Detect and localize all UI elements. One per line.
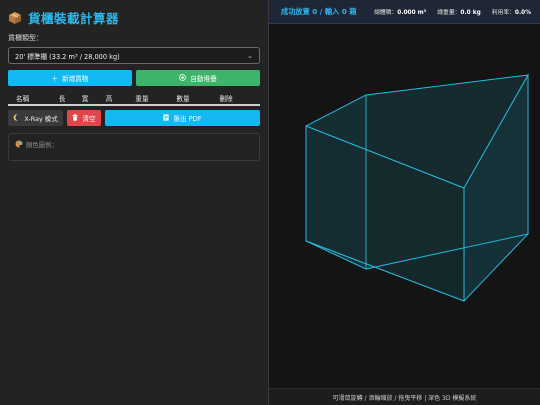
add-cargo-button[interactable]: ＋ 新增貨物 [8,70,132,86]
utilization-value: 0.0% [514,10,531,16]
container-type-value: 20' 標準櫃 (33.2 m³ / 28,000 kg) [15,52,120,61]
add-cargo-label: 新增貨物 [62,75,89,83]
clear-button[interactable]: 清空 [67,110,101,126]
action-row: ＋ 新增貨物 自動堆疊 [8,70,260,86]
utilization: 利用率：0.0% [492,7,531,16]
column-header-weight: 重量 [135,94,149,103]
cargo-table-header: 名稱 長 寬 高 重量 數量 刪除 [8,91,260,106]
palette-icon [15,140,23,150]
placement-status: 成功放置 0 / 輸入 0 箱 [281,6,357,16]
trash-icon [72,113,78,123]
color-legend: 顏色圖例： [8,133,260,161]
column-header-height: 高 [105,94,113,103]
clear-label: 清空 [82,115,96,123]
total-volume-label: 總體積： [374,10,398,16]
utilization-label: 利用率： [491,10,515,16]
app-title: 貨櫃裝載計算器 [28,10,120,26]
total-weight-label: 總重量： [437,10,461,16]
color-legend-label: 顏色圖例： [26,141,58,149]
column-header-delete: 刪除 [219,94,233,103]
app-header: 貨櫃裝載計算器 [8,8,260,26]
column-header-width: 寬 [81,94,89,103]
total-volume-value: 0.000 m³ [397,10,427,16]
container-type-label: 貨櫃類型： [8,34,43,42]
control-panel: 貨櫃裝載計算器 貨櫃類型： 20' 標準櫃 (33.2 m³ / 28,000 … [0,0,269,405]
stats-bar: 成功放置 0 / 輸入 0 箱 總體積：0.000 m³ 總重量：0.0 kg … [269,0,540,24]
total-weight: 總重量：0.0 kg [437,7,481,16]
plus-icon: ＋ [51,75,59,83]
cargo-table: 名稱 長 寬 高 重量 數量 刪除 [8,91,260,106]
package-box-icon [8,10,22,24]
container-wireframe [304,73,530,303]
3d-viewport[interactable]: 成功放置 0 / 輸入 0 箱 總體積：0.000 m³ 總重量：0.0 kg … [269,0,540,405]
document-icon [163,113,170,123]
container-type-select[interactable]: 20' 標準櫃 (33.2 m³ / 28,000 kg) ⌄ [8,47,260,64]
tool-row: X-Ray 模式 清空 匯出 PDF [8,110,260,126]
target-icon [179,73,187,83]
chevron-down-icon: ⌄ [247,51,253,60]
total-volume: 總體積：0.000 m³ [374,7,426,16]
auto-stack-label: 自動堆疊 [190,75,217,83]
column-header-name: 名稱 [16,94,30,103]
viewport-hint: 可滑鼠旋轉 / 滾輪縮放 / 拖曳平移 | 深色 3D 模擬系統 [269,388,540,405]
export-pdf-label: 匯出 PDF [173,115,202,123]
export-pdf-button[interactable]: 匯出 PDF [105,110,260,126]
viewport-hint-text: 可滑鼠旋轉 / 滾輪縮放 / 拖曳平移 | 深色 3D 模擬系統 [332,394,477,402]
moon-icon [13,113,20,123]
xray-mode-button[interactable]: X-Ray 模式 [8,110,63,126]
auto-stack-button[interactable]: 自動堆疊 [136,70,260,86]
column-header-quantity: 數量 [176,94,190,103]
total-weight-value: 0.0 kg [460,10,481,16]
3d-scene[interactable] [269,0,539,405]
column-header-length: 長 [58,94,66,103]
app-root: 貨櫃裝載計算器 貨櫃類型： 20' 標準櫃 (33.2 m³ / 28,000 … [0,0,540,405]
xray-mode-label: X-Ray 模式 [24,114,58,123]
